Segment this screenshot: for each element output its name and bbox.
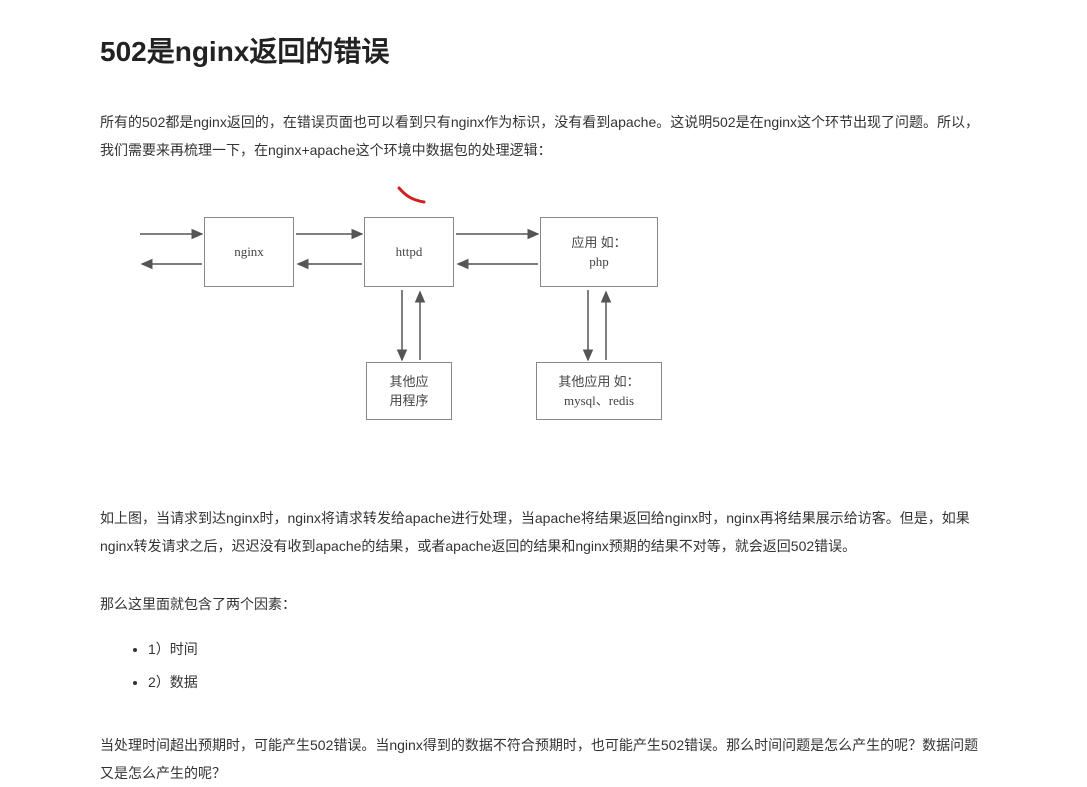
diagram-box-nginx-label: nginx	[234, 242, 264, 262]
factors-item-time-label: 1）时间	[148, 641, 198, 657]
diagram-box-other-apps-label: 其他应用 如： mysql、redis	[558, 372, 639, 411]
paragraph-explanation: 如上图，当请求到达nginx时，nginx将请求转发给apache进行处理，当a…	[100, 504, 987, 560]
factors-item-time: 1）时间	[148, 636, 987, 663]
diagram-box-nginx: nginx	[204, 217, 294, 287]
diagram-box-app-label: 应用 如： php	[571, 233, 626, 272]
architecture-diagram: nginx httpd 应用 如： php 其他应 用程序 其他应用 如： my…	[130, 182, 830, 462]
factors-item-data-label: 2）数据	[148, 674, 198, 690]
factors-list: 1）时间 2）数据	[148, 636, 987, 695]
diagram-box-app: 应用 如： php	[540, 217, 658, 287]
paragraph-intro: 所有的502都是nginx返回的，在错误页面也可以看到只有nginx作为标识，没…	[100, 108, 987, 164]
diagram-box-httpd: httpd	[364, 217, 454, 287]
diagram-box-other-programs-label: 其他应 用程序	[389, 372, 428, 411]
diagram-box-other-apps: 其他应用 如： mysql、redis	[536, 362, 662, 420]
factors-item-data: 2）数据	[148, 669, 987, 696]
diagram-box-other-programs: 其他应 用程序	[366, 362, 452, 420]
paragraph-factors-intro: 那么这里面就包含了两个因素：	[100, 590, 987, 618]
diagram-box-httpd-label: httpd	[396, 242, 423, 262]
paragraph-questions: 当处理时间超出预期时，可能产生502错误。当nginx得到的数据不符合预期时，也…	[100, 731, 987, 787]
page-heading: 502是nginx返回的错误	[100, 30, 987, 70]
